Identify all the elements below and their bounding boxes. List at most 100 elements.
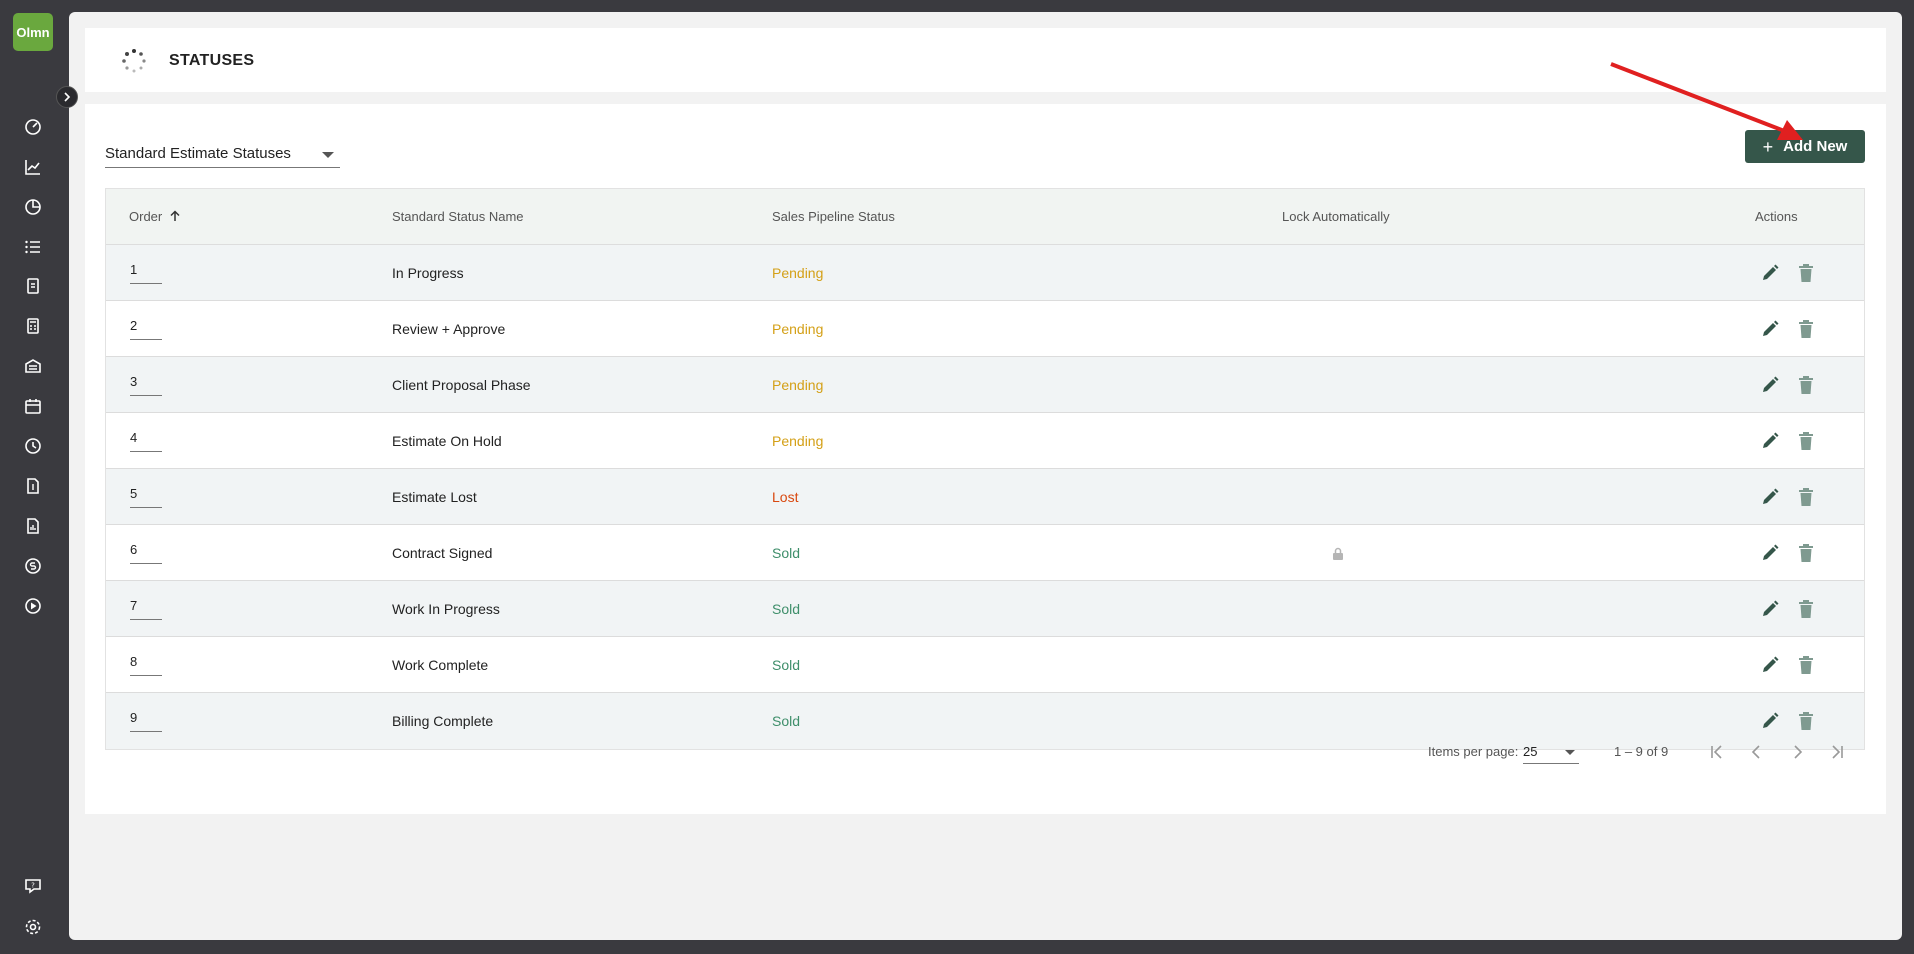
svg-text:?: ?	[31, 882, 35, 890]
sidebar-item-invoice[interactable]	[22, 475, 44, 497]
delete-trash-icon[interactable]	[1797, 431, 1815, 451]
clock-icon	[25, 438, 41, 454]
order-input[interactable]: 5	[130, 486, 162, 508]
sidebar-item-settings-gear[interactable]	[22, 916, 44, 938]
pipeline-status: Pending	[772, 377, 824, 393]
statuses-card: Standard Estimate Statuses + Add New Ord…	[85, 104, 1886, 814]
first-page-button[interactable]	[1705, 740, 1729, 764]
sidebar-item-calculator[interactable]	[22, 315, 44, 337]
money-icon	[25, 558, 41, 574]
order-input[interactable]: 9	[130, 710, 162, 732]
add-new-label: Add New	[1783, 138, 1848, 155]
table-header-row: Order Standard Status Name Sales Pipelin…	[106, 189, 1864, 245]
order-input[interactable]: 6	[130, 542, 162, 564]
delete-trash-icon[interactable]	[1797, 711, 1815, 731]
warehouse-icon	[25, 359, 41, 373]
pipeline-status: Pending	[772, 265, 824, 281]
main-panel: STATUSES Standard Estimate Statuses + Ad…	[69, 12, 1902, 940]
list-icon	[25, 240, 40, 254]
table-row: 5 Estimate Lost Lost	[106, 469, 1864, 525]
table-row: 3 Client Proposal Phase Pending	[106, 357, 1864, 413]
sort-ascending-icon	[170, 210, 180, 221]
status-name: Billing Complete	[392, 713, 494, 729]
edit-pencil-icon[interactable]	[1760, 487, 1780, 507]
sidebar-item-help[interactable]: ?	[22, 875, 44, 897]
delete-trash-icon[interactable]	[1797, 543, 1815, 563]
status-name: Estimate On Hold	[392, 433, 502, 449]
order-input[interactable]: 1	[130, 262, 162, 284]
dropdown-arrow-icon	[322, 152, 334, 158]
calendar-icon	[25, 399, 41, 414]
dropdown-arrow-icon	[1565, 750, 1575, 755]
chevron-right-icon	[64, 92, 71, 102]
delete-trash-icon[interactable]	[1797, 599, 1815, 619]
delete-trash-icon[interactable]	[1797, 655, 1815, 675]
pipeline-status: Sold	[772, 713, 801, 729]
column-header-name: Standard Status Name	[392, 209, 524, 224]
edit-pencil-icon[interactable]	[1760, 543, 1780, 563]
sidebar-item-money[interactable]	[22, 555, 44, 577]
pipeline-status: Lost	[772, 489, 799, 505]
table-row: 7 Work In Progress Sold	[106, 581, 1864, 637]
status-type-select[interactable]: Standard Estimate Statuses	[105, 140, 340, 168]
table-row: 2 Review + Approve Pending	[106, 301, 1864, 357]
sidebar-item-play[interactable]	[22, 595, 44, 617]
status-name: In Progress	[392, 265, 464, 281]
edit-pencil-icon[interactable]	[1760, 711, 1780, 731]
edit-pencil-icon[interactable]	[1760, 431, 1780, 451]
loading-spinner-icon	[122, 49, 146, 73]
status-name: Work In Progress	[392, 601, 500, 617]
items-per-page-value: 25	[1523, 744, 1538, 759]
paginator: Items per page: 25 1 – 9 of 9	[85, 736, 1886, 776]
order-input[interactable]: 4	[130, 430, 162, 452]
edit-pencil-icon[interactable]	[1760, 655, 1780, 675]
sidebar-item-report[interactable]	[22, 515, 44, 537]
app-logo[interactable]: Olmn	[13, 13, 53, 51]
edit-pencil-icon[interactable]	[1760, 263, 1780, 283]
order-input[interactable]: 3	[130, 374, 162, 396]
last-page-button[interactable]	[1825, 740, 1849, 764]
add-new-button[interactable]: + Add New	[1745, 130, 1865, 163]
pipeline-status: Sold	[772, 657, 801, 673]
chevron-left-icon	[1751, 745, 1760, 759]
status-name: Work Complete	[392, 657, 489, 673]
sidebar-item-chart-line[interactable]	[22, 156, 44, 178]
sidebar-item-list[interactable]	[22, 236, 44, 258]
status-name: Review + Approve	[392, 321, 506, 337]
column-header-order[interactable]: Order	[129, 209, 181, 224]
status-name: Contract Signed	[392, 545, 493, 561]
order-input[interactable]: 8	[130, 654, 162, 676]
sidebar-item-pie-chart[interactable]	[22, 196, 44, 218]
report-icon	[27, 518, 39, 534]
last-page-icon	[1832, 745, 1843, 759]
previous-page-button[interactable]	[1745, 740, 1769, 764]
sidebar-item-warehouse[interactable]	[22, 355, 44, 377]
calculator-icon	[27, 318, 39, 334]
sidebar-item-clipboard[interactable]	[22, 275, 44, 297]
items-per-page-label: Items per page:	[1428, 744, 1519, 759]
chart-line-icon	[25, 160, 40, 175]
delete-trash-icon[interactable]	[1797, 263, 1815, 283]
delete-trash-icon[interactable]	[1797, 487, 1815, 507]
sidebar-item-calendar[interactable]	[22, 395, 44, 417]
sidebar-item-clock[interactable]	[22, 435, 44, 457]
sidebar-item-dashboard[interactable]	[22, 116, 44, 138]
page-title: STATUSES	[169, 52, 255, 69]
next-page-button[interactable]	[1785, 740, 1809, 764]
delete-trash-icon[interactable]	[1797, 375, 1815, 395]
invoice-icon	[27, 478, 39, 494]
delete-trash-icon[interactable]	[1797, 319, 1815, 339]
items-per-page-select[interactable]: 25	[1523, 742, 1579, 764]
order-input[interactable]: 2	[130, 318, 162, 340]
statuses-table: Order Standard Status Name Sales Pipelin…	[105, 188, 1865, 750]
order-input[interactable]: 7	[130, 598, 162, 620]
sidebar-expand-button[interactable]	[56, 86, 78, 108]
page-range-label: 1 – 9 of 9	[1614, 744, 1669, 759]
edit-pencil-icon[interactable]	[1760, 375, 1780, 395]
table-row: 6 Contract Signed Sold	[106, 525, 1864, 581]
table-row: 1 In Progress Pending	[106, 245, 1864, 301]
pipeline-status: Pending	[772, 433, 824, 449]
status-name: Client Proposal Phase	[392, 377, 531, 393]
edit-pencil-icon[interactable]	[1760, 599, 1780, 619]
edit-pencil-icon[interactable]	[1760, 319, 1780, 339]
